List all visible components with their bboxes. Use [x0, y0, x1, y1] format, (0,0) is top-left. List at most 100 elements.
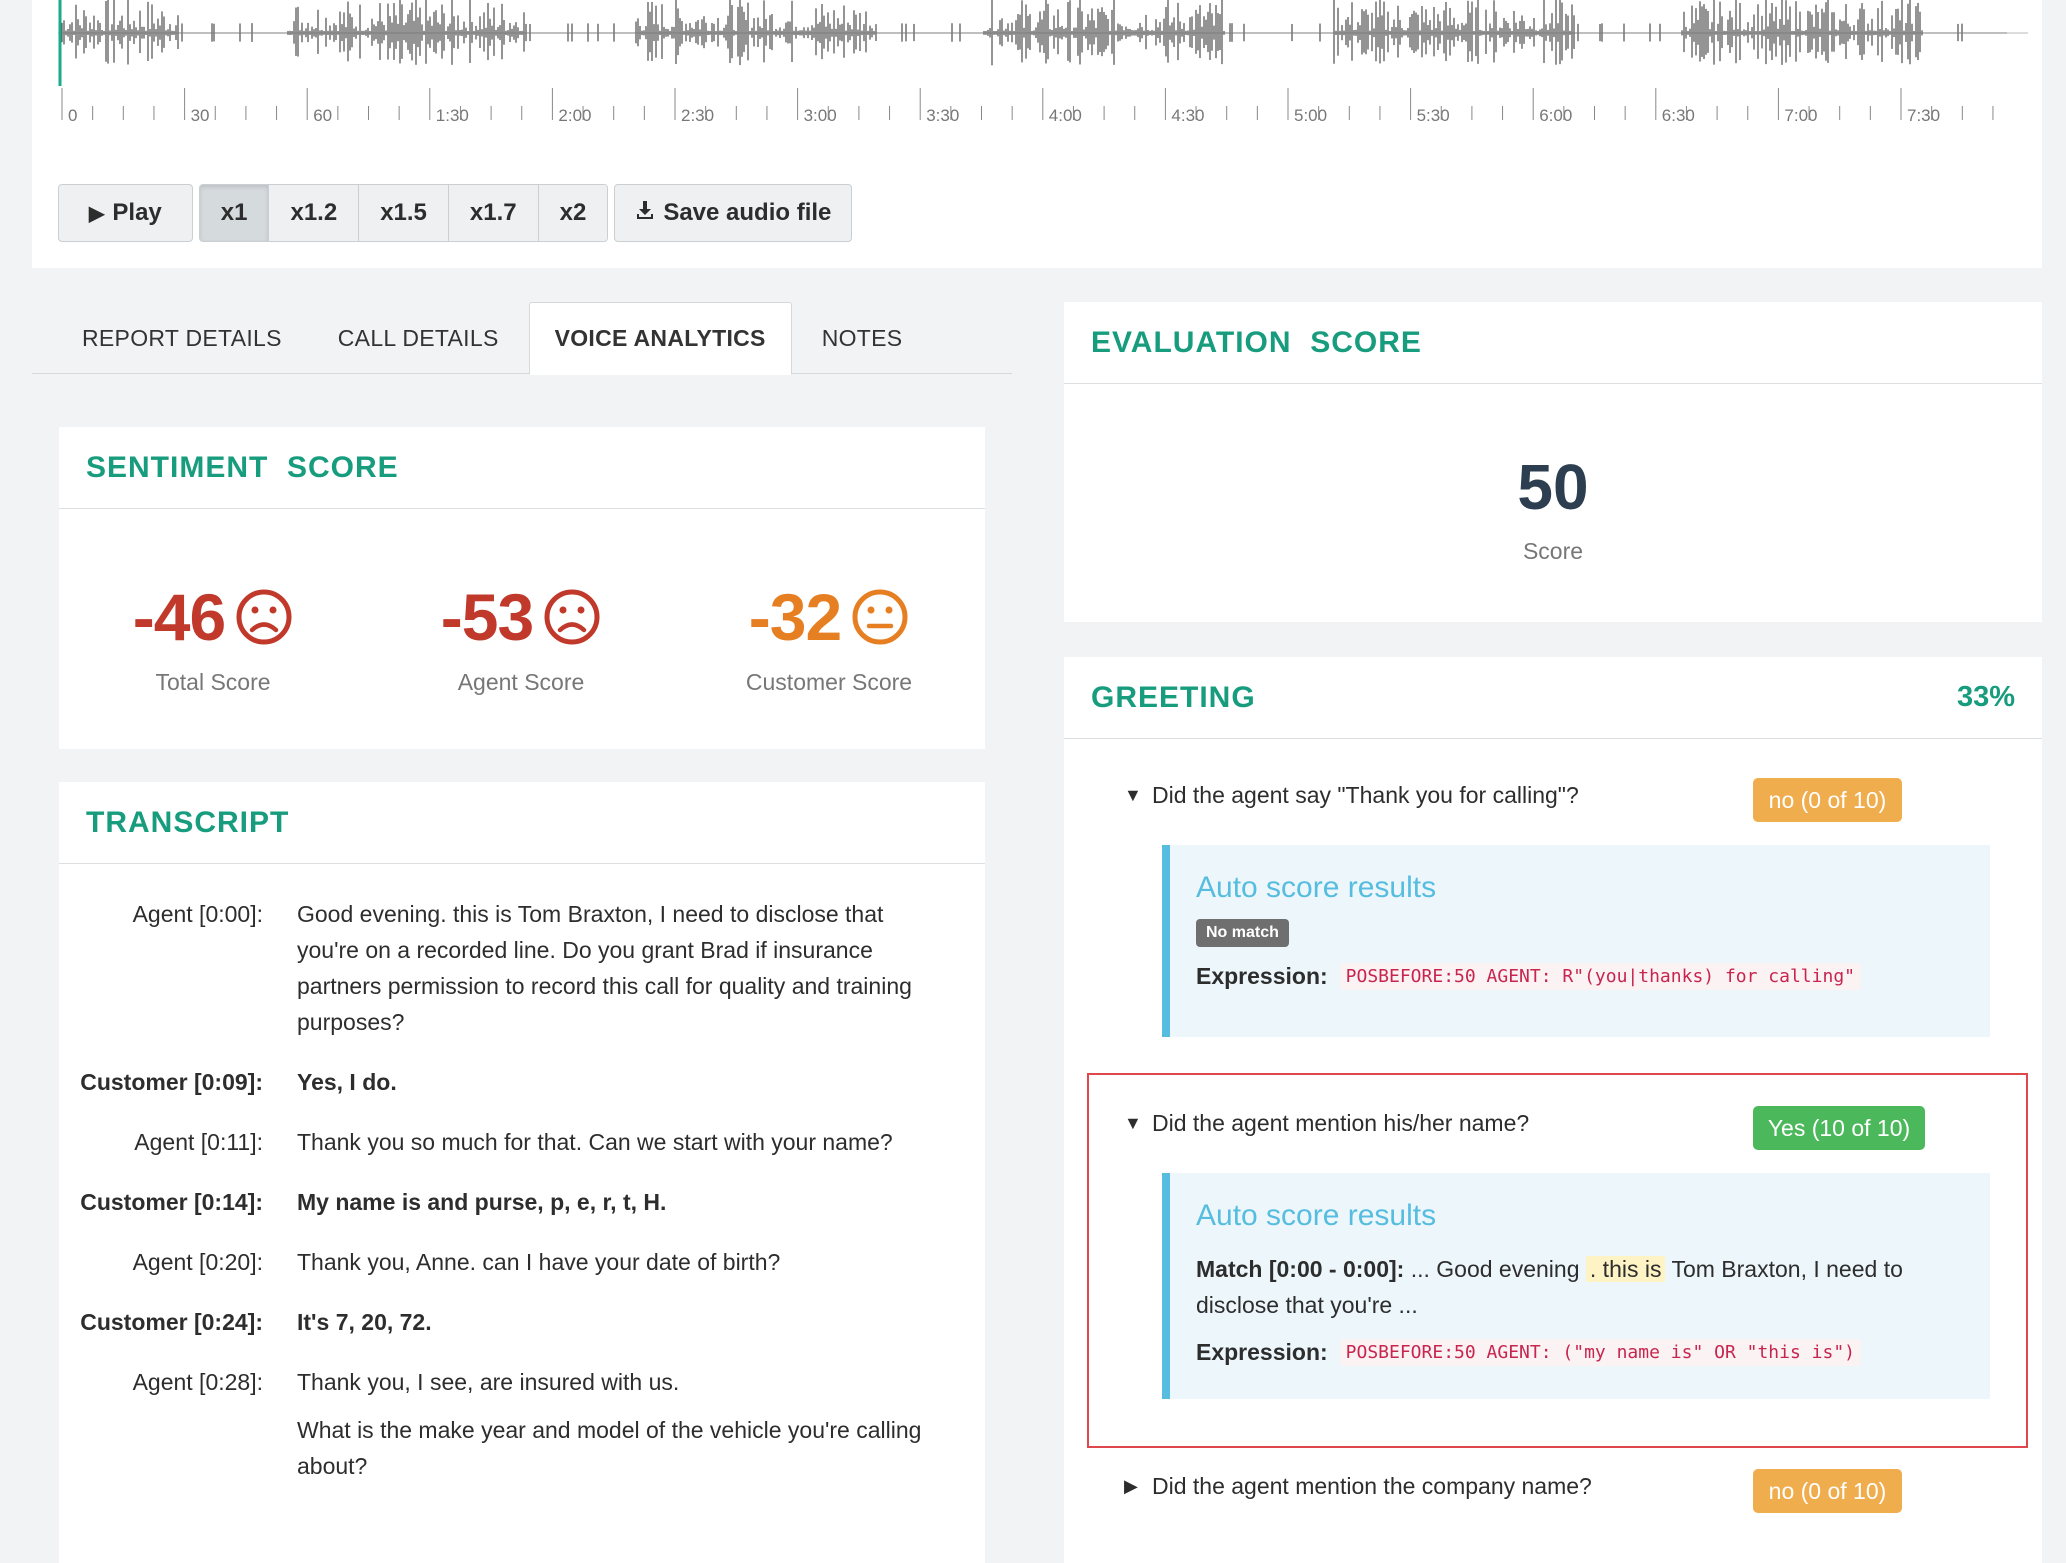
tab-voice-analytics[interactable]: VOICE ANALYTICS: [528, 302, 792, 375]
save-audio-button[interactable]: Save audio file: [614, 184, 853, 242]
play-button[interactable]: ▶ Play: [58, 184, 193, 242]
speed-x2-button[interactable]: x2: [538, 185, 608, 241]
timeline-tick-label: 5:30: [1417, 106, 1450, 125]
transcript-speaker: Agent [0:20]:: [132, 1249, 263, 1275]
speed-x1-7-button[interactable]: x1.7: [448, 185, 539, 241]
question-company-name[interactable]: ▶ Did the agent mention the company name…: [1124, 1473, 1592, 1500]
transcript-header: TRANSCRIPT: [59, 782, 985, 864]
expression-label: Expression:: [1196, 963, 1328, 989]
auto-score-results: Auto score results No match Expression: …: [1162, 845, 1990, 1037]
audio-player: 0 30 60 1:30 2:00 2:30 3:00 3:30 4:00 4:30 5:00 5:3…: [32, 0, 2042, 268]
timeline-tick-label: 4:30: [1171, 106, 1204, 125]
agent-score-label: Agent Score: [457, 669, 585, 695]
transcript-speaker: [59, 1412, 297, 1484]
audio-waveform[interactable]: 0 30 60 1:30 2:00 2:30 3:00 3:30 4:00 4:30 5:00 5:3…: [58, 0, 2028, 130]
transcript-speaker: Customer [0:24]:: [80, 1309, 263, 1335]
timeline-tick-label: 1:30: [436, 106, 469, 125]
transcript-text: Thank you, I see, are insured with us.: [297, 1369, 680, 1395]
transcript-line: Customer [0:14]: My name is and purse, p…: [59, 1184, 985, 1220]
expression-code: POSBEFORE:50 AGENT: R"(you|thanks) for c…: [1339, 963, 1861, 990]
customer-score: -32 Customer Score: [675, 579, 983, 696]
greeting-title: GREETING: [1091, 680, 1256, 714]
timeline-tick-label: 7:30: [1907, 106, 1940, 125]
evaluation-title: EVALUATION SCORE: [1091, 325, 1422, 359]
sentiment-title: SENTIMENT SCORE: [86, 450, 399, 484]
score-badge: no (0 of 10): [1753, 778, 1902, 822]
timeline-tick-label: 6:30: [1662, 106, 1695, 125]
detail-tabs: REPORT DETAILS CALL DETAILS VOICE ANALYT…: [32, 302, 1012, 375]
timeline-tick-label: 2:30: [681, 106, 714, 125]
sad-face-icon: [236, 589, 292, 645]
transcript-text: Thank you so much for that. Can we start…: [297, 1129, 893, 1155]
transcript-text: What is the make year and model of the v…: [297, 1417, 922, 1479]
caret-right-icon: ▶: [1124, 1476, 1138, 1496]
greeting-header: GREETING 33%: [1064, 657, 2042, 739]
play-icon: ▶: [89, 202, 105, 225]
timeline-tick-label: 0: [68, 106, 77, 125]
score-badge: no (0 of 10): [1753, 1469, 1902, 1513]
transcript-speaker: Agent [0:28]:: [132, 1369, 263, 1395]
highlight-annotation-box: [1087, 1073, 2028, 1448]
timeline-tick-label: 3:30: [926, 106, 959, 125]
transcript-text: My name is and purse, p, e, r, t, H.: [297, 1189, 667, 1215]
evaluation-score-label: Score: [1522, 538, 1584, 564]
transcript-title: TRANSCRIPT: [86, 805, 290, 839]
player-controls: ▶ Play x1 x1.2 x1.5 x1.7 x2 Save audio f…: [58, 184, 853, 242]
total-score: -46 Total Score: [59, 579, 367, 696]
timeline-tick-label: 6:00: [1539, 106, 1572, 125]
transcript-lines: Agent [0:00]: Good evening. this is Tom …: [59, 864, 985, 1484]
auto-score-title: Auto score results: [1196, 871, 1437, 904]
agent-score: -53 Agent Score: [367, 579, 675, 696]
playback-speed-group: x1 x1.2 x1.5 x1.7 x2: [198, 184, 609, 242]
transcript-text: Thank you, Anne. can I have your date of…: [297, 1249, 781, 1275]
transcript-line: Agent [0:00]: Good evening. this is Tom …: [59, 896, 985, 1040]
timeline-tick-label: 2:00: [558, 106, 591, 125]
transcript-speaker: Agent [0:00]:: [132, 901, 263, 927]
transcript-speaker: Customer [0:09]:: [80, 1069, 263, 1095]
play-label: Play: [112, 199, 162, 226]
transcript-line: Customer [0:24]: It's 7, 20, 72.: [59, 1304, 985, 1340]
greeting-percent: 33%: [1956, 681, 2015, 713]
speed-x1-5-button[interactable]: x1.5: [359, 185, 449, 241]
transcript-line: What is the make year and model of the v…: [59, 1412, 985, 1484]
question-thank-you-for-calling[interactable]: ▼ Did the agent say "Thank you for calli…: [1124, 782, 1579, 809]
speed-x1-button[interactable]: x1: [199, 185, 270, 241]
transcript-speaker: Agent [0:11]:: [134, 1129, 263, 1155]
customer-score-value: -32: [748, 580, 842, 654]
neutral-face-icon: [852, 589, 908, 645]
timeline-tick-label: 4:00: [1049, 106, 1082, 125]
caret-down-icon: ▼: [1124, 785, 1142, 805]
evaluation-score-card: EVALUATION SCORE 50 Score: [1064, 302, 2042, 622]
timeline-tick-label: 3:00: [804, 106, 837, 125]
evaluation-score-value: 50: [1517, 451, 1589, 523]
transcript-line: Agent [0:11]: Thank you so much for that…: [59, 1124, 985, 1160]
question-text: Did the agent mention the company name?: [1152, 1473, 1592, 1499]
transcript-text: Yes, I do.: [297, 1069, 397, 1095]
agent-score-value: -53: [440, 580, 534, 654]
transcript-text: Good evening. this is Tom Braxton, I nee…: [297, 901, 912, 1035]
sad-face-icon: [544, 589, 600, 645]
customer-score-label: Customer Score: [745, 669, 913, 695]
evaluation-header: EVALUATION SCORE: [1064, 302, 2042, 384]
expression-line: Expression: POSBEFORE:50 AGENT: R"(you|t…: [1196, 963, 1966, 990]
transcript-line: Agent [0:20]: Thank you, Anne. can I hav…: [59, 1244, 985, 1280]
sentiment-score-card: SENTIMENT SCORE -46 Total Score -53 Agen…: [59, 427, 985, 749]
tab-report-details[interactable]: REPORT DETAILS: [32, 302, 338, 374]
timeline-tick-label: 30: [191, 106, 210, 125]
download-icon: [635, 200, 655, 226]
sentiment-header: SENTIMENT SCORE: [59, 427, 985, 509]
transcript-line: Customer [0:09]: Yes, I do.: [59, 1064, 985, 1100]
tab-call-details[interactable]: CALL DETAILS: [338, 302, 529, 374]
transcript-text: It's 7, 20, 72.: [297, 1309, 432, 1335]
timeline-tick-label: 7:00: [1784, 106, 1817, 125]
transcript-line: Agent [0:28]: Thank you, I see, are insu…: [59, 1364, 985, 1400]
speed-x1-2-button[interactable]: x1.2: [269, 185, 360, 241]
tab-notes[interactable]: NOTES: [792, 302, 953, 374]
no-match-badge: No match: [1196, 919, 1289, 947]
waveform-bars: [61, 0, 2007, 66]
timeline-tick-label: 60: [313, 106, 332, 125]
transcript-card: TRANSCRIPT Agent [0:00]: Good evening. t…: [59, 782, 985, 1563]
save-audio-label: Save audio file: [663, 199, 832, 226]
timeline-tick-label: 5:00: [1294, 106, 1327, 125]
total-score-value: -46: [132, 580, 226, 654]
